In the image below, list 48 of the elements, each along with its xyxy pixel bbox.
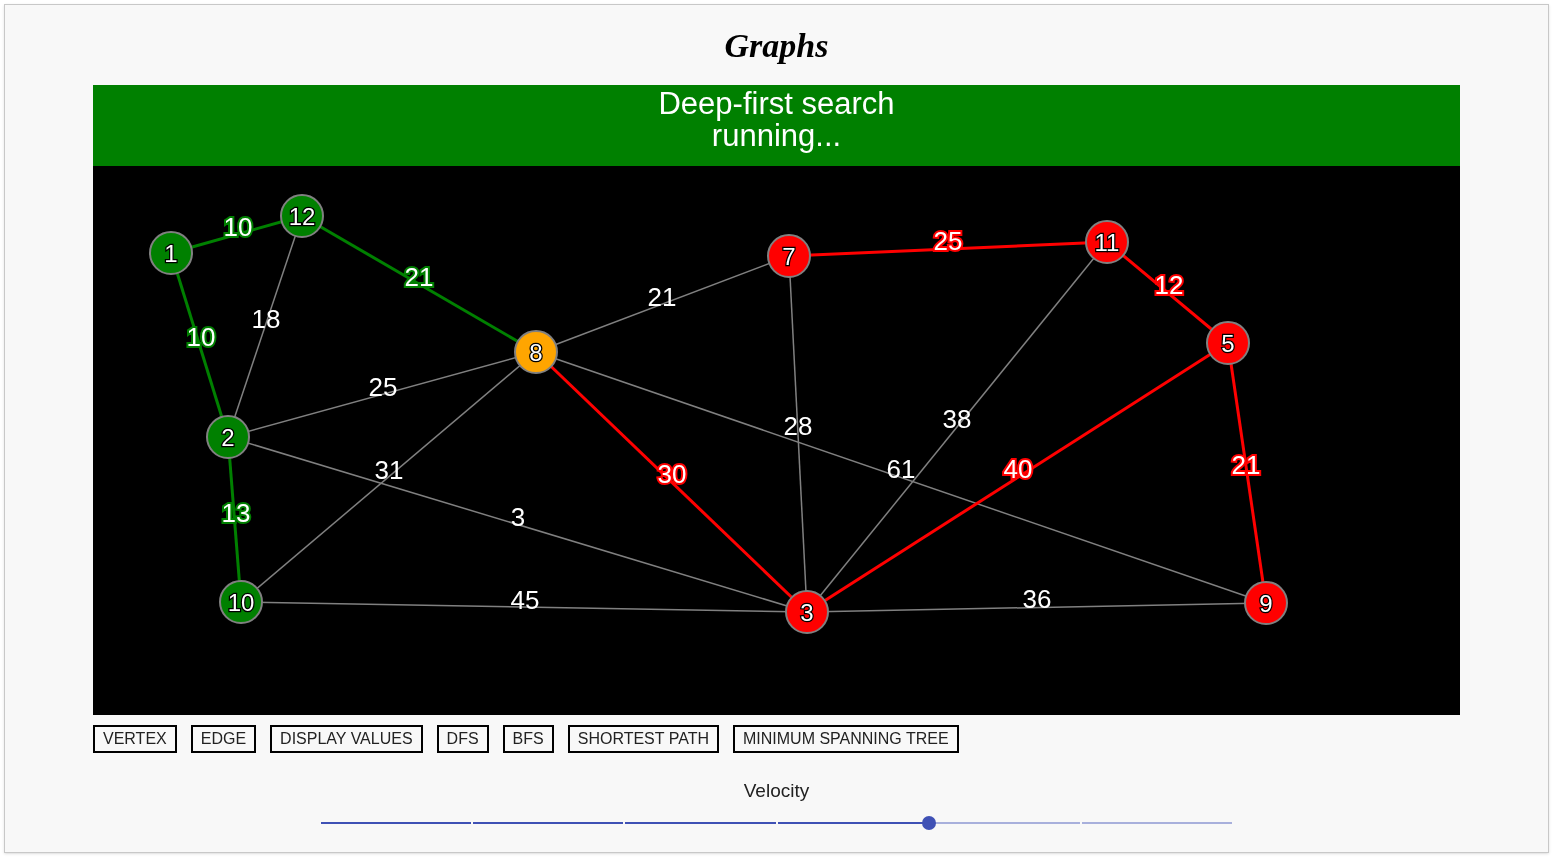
graph-vertex[interactable] [785,590,829,634]
vertex-label: 8 [529,338,543,366]
slider-label: Velocity [743,779,810,803]
edge-weight: 3 [510,502,526,532]
toolbar-button[interactable]: SHORTEST PATH [567,725,719,753]
edge-weight: 10 [223,212,253,242]
graph-vertex[interactable] [1244,581,1288,625]
vertex-label: 3 [800,598,814,626]
edge-weight: 31 [374,455,404,485]
vertex-label: 9 [1259,589,1273,617]
vertex-label: 5 [1221,329,1235,357]
velocity-slider[interactable] [320,814,1233,831]
edge-weight: 21 [404,262,434,292]
vertex-label: 2 [221,423,235,451]
edge-weight: 38 [942,404,972,434]
edge-weight: 45 [510,585,540,615]
graph-vertex[interactable] [767,234,811,278]
edge-weight: 10 [186,322,216,352]
graph-vertex[interactable] [1206,321,1250,365]
toolbar-button[interactable]: EDGE [190,725,257,753]
edge-weight: 25 [368,372,398,402]
graph-vertex[interactable] [514,330,558,374]
vertex-label: 10 [227,588,255,616]
edge-weight: 61 [886,454,916,484]
toolbar-button[interactable]: DISPLAY VALUES [270,725,423,753]
status-text: Deep-first search running... [657,88,896,155]
vertex-label: 7 [782,242,796,270]
edge-weight: 21 [647,282,677,312]
vertex-label: 1 [164,239,178,267]
graph-vertex[interactable] [219,580,263,624]
edge-weight: 28 [783,411,813,441]
toolbar-button[interactable]: VERTEX [93,725,177,753]
toolbar-button[interactable]: DFS [436,725,489,753]
edge-weight: 36 [1022,584,1052,614]
edge-weight: 18 [251,304,281,334]
edge-weight: 40 [1003,454,1033,484]
graph-vertex[interactable] [206,415,250,459]
toolbar-button[interactable]: BFS [502,725,554,753]
app-title: Graphs [724,29,829,63]
vertex-label: 11 [1094,228,1120,256]
graph-vertex[interactable] [149,231,193,275]
graph-vertex[interactable] [1085,220,1129,264]
toolbar-button[interactable]: MINIMUM SPANNING TREE [733,725,959,753]
edge-weight: 13 [221,498,251,528]
graph-vertex[interactable] [280,194,324,238]
slider-thumb[interactable] [921,815,936,830]
vertex-label: 12 [288,202,316,230]
edge-weight: 12 [1154,270,1184,300]
